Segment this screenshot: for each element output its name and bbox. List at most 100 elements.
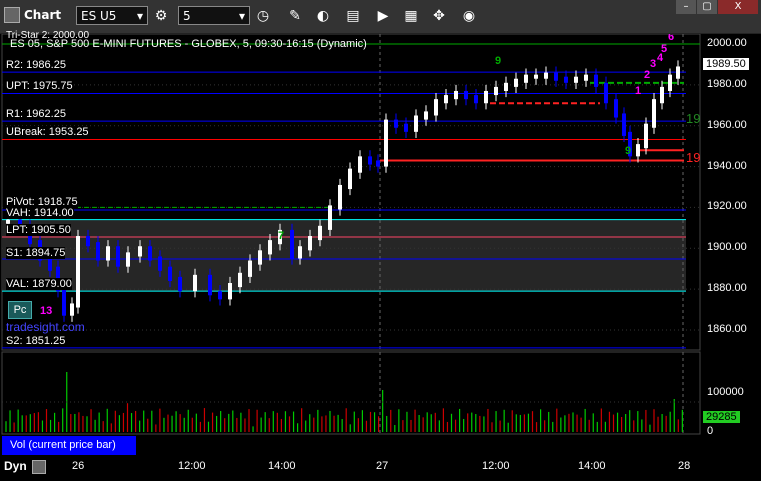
candle-body — [70, 303, 74, 316]
candle-body — [193, 274, 197, 292]
maximize-button[interactable]: ▢ — [697, 0, 717, 14]
candle-body — [676, 66, 680, 79]
clock-icon[interactable]: ◷ — [252, 5, 274, 27]
dyn-button[interactable]: Dyn — [4, 459, 27, 473]
price-chart[interactable]: 113123456979 — [0, 34, 761, 457]
candle-body — [622, 113, 626, 136]
price-tick-label: 1980.00 — [707, 77, 747, 90]
candle-body — [168, 266, 172, 281]
candle-body — [444, 95, 448, 104]
candle-body — [514, 78, 518, 87]
candle-body — [358, 156, 362, 173]
cursor-icon[interactable]: ✥ — [428, 5, 450, 27]
candle-body — [328, 205, 332, 230]
candle-body — [584, 74, 588, 81]
candle-body — [290, 229, 294, 259]
price-tick-label: 1900.00 — [707, 241, 747, 254]
symbol-settings-icon[interactable]: ⚙ — [150, 5, 172, 27]
candle-body — [660, 86, 664, 104]
data-box-icon[interactable]: ▤ — [342, 5, 364, 27]
candle-body — [414, 115, 418, 132]
interval-dropdown-icon[interactable]: ▾ — [239, 7, 245, 26]
time-tick-label: 27 — [376, 460, 389, 472]
price-tick-label: 2000.00 — [707, 37, 747, 49]
time-tick-label: 26 — [72, 460, 85, 472]
level-label: R2: 1986.25 — [6, 59, 66, 71]
camera-icon[interactable]: ◉ — [458, 5, 480, 27]
level-label: LPT: 1905.50 — [6, 224, 71, 236]
price-tick-label: 1920.00 — [707, 200, 747, 213]
candle-body — [668, 74, 672, 91]
candle-body — [318, 225, 322, 241]
candle-body — [338, 184, 342, 210]
candle-body — [148, 246, 152, 261]
candle-body — [62, 287, 66, 316]
close-button[interactable]: X — [718, 0, 758, 14]
pencil-icon[interactable]: ✎ — [284, 5, 306, 27]
sequence-count: 13 — [40, 305, 52, 317]
chart-style-icon[interactable]: ◐ — [312, 5, 334, 27]
candle-body — [384, 119, 388, 167]
candle-body — [96, 242, 100, 261]
chart-icon — [4, 7, 20, 23]
candle-body — [76, 236, 80, 308]
candle-body — [544, 72, 548, 79]
last-price-tag: 1989.50 — [703, 58, 749, 70]
sequence-count: 7 — [278, 230, 284, 242]
candle-body — [564, 76, 568, 83]
title-bar: Chart ES U5 ▾ ⚙ 5 ▾ ◷ ✎ ◐ ▤ ▶ ▦ ✥ ◉ – ▢ … — [0, 0, 761, 34]
level-label: UBreak: 1953.25 — [6, 126, 89, 138]
pc-button[interactable]: Pc — [8, 301, 32, 319]
candle-body — [424, 111, 428, 120]
volume-tick-label: 0 — [707, 425, 714, 437]
calculator-icon[interactable]: ▦ — [400, 5, 422, 27]
candle-body — [594, 74, 598, 87]
price-tick-label: 1940.00 — [707, 159, 747, 172]
candle-body — [178, 276, 182, 292]
level-label: VAH: 1914.00 — [6, 207, 74, 219]
candle-body — [126, 252, 130, 267]
volume-label[interactable]: Vol (current price bar) — [2, 436, 136, 455]
candle-body — [652, 99, 656, 128]
window-title: Chart — [4, 7, 61, 23]
candle-body — [368, 156, 372, 165]
candle-body — [636, 144, 640, 157]
candle-body — [268, 240, 272, 255]
candle-body — [298, 246, 302, 259]
count-19-green: 19 — [686, 111, 701, 126]
candle-body — [376, 160, 380, 167]
candle-body — [158, 256, 162, 271]
candle-body — [208, 274, 212, 296]
level-label: VAL: 1879.00 — [6, 278, 72, 290]
count-19-red: 19 — [686, 150, 701, 165]
candle-body — [86, 236, 90, 247]
level-label: UPT: 1975.75 — [6, 80, 73, 92]
value-area-shade — [2, 219, 686, 292]
lock-icon[interactable] — [32, 460, 46, 474]
candle-body — [218, 291, 222, 300]
price-tick-label: 1880.00 — [707, 282, 747, 295]
time-tick-label: 14:00 — [268, 460, 296, 472]
candle-body — [614, 99, 618, 118]
candle-body — [474, 95, 478, 104]
minimize-button[interactable]: – — [676, 0, 696, 14]
last-volume-tag: 29285 — [703, 411, 740, 423]
candle-body — [604, 82, 608, 104]
candle-body — [404, 123, 408, 132]
candle-body — [116, 246, 120, 267]
sequence-count: 9 — [495, 55, 501, 67]
instrument-label: ES 05, S&P 500 E-MINI FUTURES - GLOBEX, … — [10, 38, 367, 50]
symbol-dropdown-icon[interactable]: ▾ — [137, 7, 143, 26]
candle-body — [504, 82, 508, 91]
candle-body — [138, 246, 142, 257]
candle-body — [258, 250, 262, 265]
symbol-input[interactable]: ES U5 ▾ — [76, 6, 148, 25]
candle-body — [434, 99, 438, 116]
window-title-text: Chart — [24, 8, 62, 22]
candle-body — [106, 246, 110, 261]
level-label: R1: 1962.25 — [6, 108, 66, 120]
play-icon[interactable]: ▶ — [372, 5, 394, 27]
interval-input[interactable]: 5 ▾ — [178, 6, 250, 25]
sequence-count: 6 — [668, 34, 674, 43]
candle-body — [484, 90, 488, 104]
